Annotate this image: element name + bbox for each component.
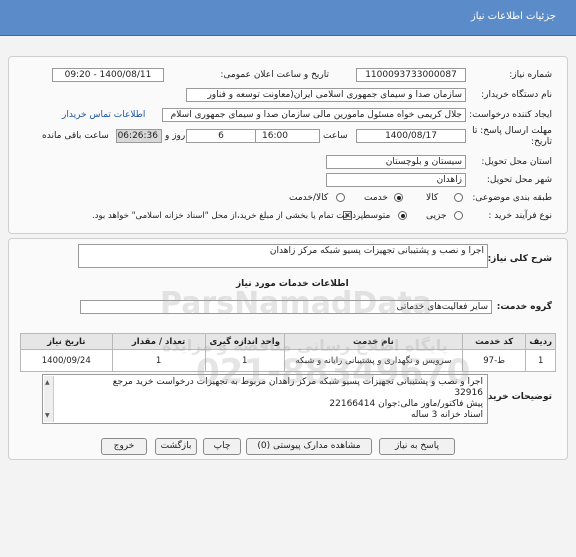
category-goods-service-radio[interactable] <box>336 193 345 202</box>
category-service-radio[interactable] <box>394 193 403 202</box>
treasury-payment-note: پرداخت تمام یا بخشی از مبلغ خرید،از محل … <box>92 211 364 221</box>
scroll-up-icon[interactable]: ▲ <box>45 377 50 388</box>
back-button[interactable]: بازگشت <box>155 438 197 455</box>
respond-button[interactable]: پاسخ به نیاز <box>379 438 455 455</box>
exit-button[interactable]: خروج <box>101 438 147 455</box>
deadline-date-field: 1400/08/17 <box>356 129 466 143</box>
process-label: نوع فرآیند خرید : <box>488 211 552 221</box>
notes-scrollbar[interactable]: ▲ ▼ <box>44 376 54 422</box>
process-minor-label: جزیی <box>426 211 447 221</box>
buyer-contact-link[interactable]: اطلاعات تماس خریدار <box>62 110 145 120</box>
category-label: طبقه بندی موضوعی: <box>472 193 552 203</box>
summary-label: شرح کلی نیاز: <box>487 254 552 264</box>
page-title: جزئیات اطلاعات نیاز <box>470 11 556 22</box>
col-name: نام خدمت <box>283 333 463 350</box>
cell-unit: 1 <box>204 349 285 372</box>
process-minor-radio[interactable] <box>454 211 463 220</box>
cell-code: ط-97 <box>461 349 527 372</box>
services-table: ردیف کد خدمت نام خدمت واحد اندازه گیری ت… <box>20 333 556 372</box>
scroll-down-icon[interactable]: ▼ <box>45 410 50 421</box>
service-group-field: سایر فعالیت‌های خدماتی <box>80 300 492 314</box>
notes-line: 32916 <box>454 388 483 398</box>
province-field: سیستان و بلوچستان <box>326 155 466 169</box>
page-header: جزئیات اطلاعات نیاز <box>0 0 576 36</box>
deadline-time-label: ساعت <box>323 131 348 141</box>
col-code: کد خدمت <box>461 333 527 350</box>
buyer-notes-field[interactable]: ▲ ▼ اجرا و نصب و پشتیبانی تجهیزات پسیو ش… <box>42 374 488 424</box>
category-goods-service-label: کالا/خدمت <box>289 193 329 203</box>
service-group-label: گروه خدمت: <box>496 302 552 312</box>
notes-line: پیش فاکتور/ماور مالی:جوان 22166414 <box>329 399 483 409</box>
col-unit: واحد اندازه گیری <box>204 333 285 350</box>
cell-row: 1 <box>525 349 556 372</box>
days-label: روز و <box>165 131 186 141</box>
announce-field: 1400/08/11 - 09:20 <box>52 68 164 82</box>
category-goods-radio[interactable] <box>454 193 463 202</box>
need-number-field: 1100093733000087 <box>356 68 466 82</box>
cell-qty: 1 <box>111 349 206 372</box>
remaining-days-field: 6 <box>186 129 256 143</box>
announce-label: تاریخ و ساعت اعلان عمومی: <box>220 70 329 80</box>
province-label: استان محل تحویل: <box>481 157 552 167</box>
attachments-button[interactable]: مشاهده مدارک پیوستی (0) <box>246 438 372 455</box>
table-row: 1 ط-97 سرویس و نگهداری و پشتیبانی رایانه… <box>20 349 556 372</box>
creator-label: ایجاد کننده درخواست: <box>469 110 552 120</box>
category-service-label: خدمت <box>364 193 388 203</box>
services-section-title: اطلاعات خدمات مورد نیاز <box>236 279 349 289</box>
buyer-field: سازمان صدا و سیمای جمهوری اسلامی ایران(م… <box>186 88 466 102</box>
remaining-time-field: 06:26:36 <box>116 129 162 143</box>
print-button[interactable]: چاپ <box>203 438 241 455</box>
creator-field: جلال کریمی خواه مسئول مامورین مالی سازما… <box>162 108 466 122</box>
process-medium-radio[interactable] <box>398 211 407 220</box>
process-medium-label: متوسط <box>362 211 391 221</box>
summary-field: اجرا و نصب و پشتیبانی تجهیزات پسیو شبکه … <box>78 244 488 268</box>
notes-line: اسناد خزانه 3 ساله <box>410 410 483 420</box>
buyer-label: نام دستگاه خریدار: <box>481 90 552 100</box>
city-label: شهر محل تحویل: <box>486 175 552 185</box>
remaining-label: ساعت باقی مانده <box>42 131 109 141</box>
col-row: ردیف <box>525 333 556 350</box>
deadline-date-label: تاریخ: <box>531 137 552 147</box>
city-field: زاهدان <box>326 173 466 187</box>
col-qty: تعداد / مقدار <box>111 333 206 350</box>
need-number-label: شماره نیاز: <box>509 70 552 80</box>
need-info-panel <box>8 56 568 234</box>
notes-line: اجرا و نصب و پشتیبانی تجهیزات پسیو شبکه … <box>112 377 483 387</box>
cell-date: 1400/09/24 <box>20 349 113 372</box>
category-goods-label: کالا <box>426 193 439 203</box>
cell-name: سرویس و نگهداری و پشتیبانی رایانه و شبکه <box>283 349 463 372</box>
services-table-header: ردیف کد خدمت نام خدمت واحد اندازه گیری ت… <box>20 333 556 350</box>
deadline-label: مهلت ارسال پاسخ: تا <box>472 126 552 136</box>
col-date: تاریخ نیاز <box>20 333 113 350</box>
